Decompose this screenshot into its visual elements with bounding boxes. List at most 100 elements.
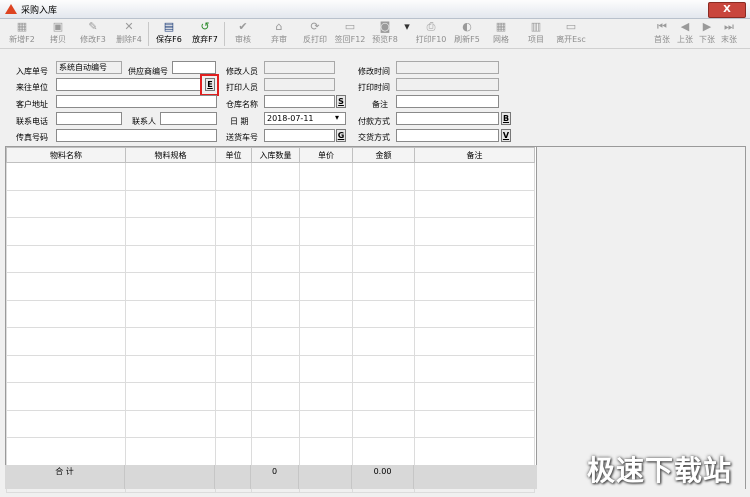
table-cell[interactable] [299,437,353,466]
col-header-amount[interactable]: 金额 [352,147,415,163]
table-cell[interactable] [251,354,300,383]
last-button[interactable]: ⏭ 末张 [719,21,739,47]
table-cell[interactable] [6,189,126,218]
preview-button[interactable]: ◙ 预览F8 [369,21,401,47]
approve-button[interactable]: ✔ 审核 [228,21,258,47]
col-header-unit[interactable]: 单位 [215,147,252,163]
table-cell[interactable] [414,409,535,438]
project-button[interactable]: ▥ 项目 [522,21,550,47]
col-header-price[interactable]: 单价 [299,147,353,163]
close-button[interactable]: X [708,2,746,18]
supplier-input[interactable] [56,78,202,91]
table-cell[interactable] [251,272,300,301]
table-cell[interactable] [414,244,535,273]
table-cell[interactable] [299,217,353,246]
save-button[interactable]: ▤ 保存F6 [152,21,186,47]
table-cell[interactable] [299,272,353,301]
table-cell[interactable] [125,162,216,191]
table-cell[interactable] [352,354,415,383]
table-cell[interactable] [215,272,252,301]
table-cell[interactable] [414,382,535,411]
table-cell[interactable] [6,299,126,328]
table-row[interactable] [6,409,535,438]
table-cell[interactable] [125,327,216,356]
sign-back-button[interactable]: ▭ 签回F12 [332,21,368,47]
table-row[interactable] [6,244,535,273]
trade-lookup-button[interactable]: V [501,129,511,142]
table-cell[interactable] [125,244,216,273]
table-cell[interactable] [251,189,300,218]
table-cell[interactable] [414,162,535,191]
table-cell[interactable] [6,327,126,356]
table-cell[interactable] [125,189,216,218]
col-header-material-spec[interactable]: 物料规格 [125,147,216,163]
phone-input[interactable] [56,112,122,125]
table-cell[interactable] [251,244,300,273]
table-cell[interactable] [125,437,216,466]
table-cell[interactable] [215,244,252,273]
table-row[interactable] [6,354,535,383]
discard-button[interactable]: ↺ 放弃F7 [188,21,222,47]
supplier-lookup-button[interactable]: E [205,78,215,91]
table-cell[interactable] [299,244,353,273]
table-row[interactable] [6,382,535,411]
table-cell[interactable] [251,162,300,191]
unprint-button[interactable]: ⟳ 反打印 [298,21,332,47]
table-cell[interactable] [125,354,216,383]
table-cell[interactable] [6,409,126,438]
table-cell[interactable] [251,437,300,466]
table-cell[interactable] [215,354,252,383]
remark-input[interactable] [396,95,499,108]
trade-input[interactable] [396,129,499,142]
supplier-code-input[interactable] [172,61,216,74]
contact-input[interactable] [160,112,217,125]
grid-button[interactable]: ▦ 网格 [487,21,515,47]
table-cell[interactable] [215,217,252,246]
table-cell[interactable] [215,162,252,191]
table-cell[interactable] [299,299,353,328]
table-cell[interactable] [251,409,300,438]
table-cell[interactable] [125,299,216,328]
first-button[interactable]: ⏮ 首张 [652,21,672,47]
fax-input[interactable] [56,129,217,142]
table-cell[interactable] [6,217,126,246]
table-cell[interactable] [352,382,415,411]
table-cell[interactable] [299,189,353,218]
table-cell[interactable] [125,409,216,438]
reload-button[interactable]: ◐ 刷新F5 [451,21,483,47]
preview-dropdown[interactable]: ▾ [401,21,411,47]
table-cell[interactable] [6,382,126,411]
table-cell[interactable] [299,327,353,356]
detail-grid[interactable]: 物料名称 物料规格 单位 入库数量 单价 金额 备注 [5,146,537,493]
table-row[interactable] [6,189,535,218]
table-cell[interactable] [352,409,415,438]
col-header-quantity[interactable]: 入库数量 [251,147,300,163]
table-cell[interactable] [352,272,415,301]
prev-button[interactable]: ◀ 上张 [675,21,695,47]
table-cell[interactable] [215,299,252,328]
table-cell[interactable] [352,437,415,466]
copy-button[interactable]: ▣ 拷贝 [44,21,72,47]
table-row[interactable] [6,437,535,466]
table-cell[interactable] [125,217,216,246]
col-header-remark[interactable]: 备注 [414,147,535,163]
table-cell[interactable] [6,354,126,383]
col-header-material-name[interactable]: 物料名称 [6,147,126,163]
table-cell[interactable] [352,162,415,191]
table-cell[interactable] [299,162,353,191]
delivery-lookup-button[interactable]: G [336,129,346,142]
table-cell[interactable] [6,244,126,273]
table-cell[interactable] [414,327,535,356]
table-cell[interactable] [414,437,535,466]
payment-input[interactable] [396,112,499,125]
table-cell[interactable] [215,409,252,438]
table-cell[interactable] [215,189,252,218]
table-cell[interactable] [352,299,415,328]
table-row[interactable] [6,299,535,328]
edit-button[interactable]: ✎ 修改F3 [76,21,110,47]
delivery-input[interactable] [264,129,335,142]
next-button[interactable]: ▶ 下张 [697,21,717,47]
table-row[interactable] [6,162,535,191]
table-cell[interactable] [414,299,535,328]
table-cell[interactable] [414,217,535,246]
